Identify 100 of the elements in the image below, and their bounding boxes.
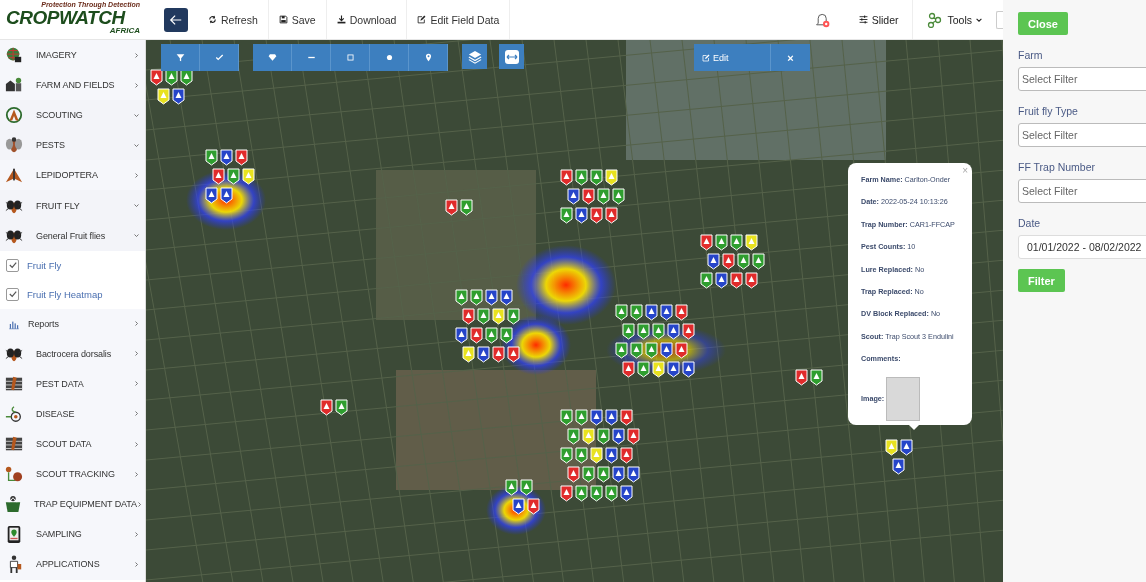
trap-marker-icon[interactable] [627,466,640,483]
trap-marker-icon[interactable] [462,346,475,363]
trap-marker-icon[interactable] [485,327,498,344]
sidebar-menu-item[interactable]: SCOUT DATA [0,429,145,460]
sidebar-menu-item[interactable]: DISEASE [0,398,145,430]
trap-marker-icon[interactable] [700,234,713,251]
trap-marker-icon[interactable] [597,188,610,205]
trap-marker-icon[interactable] [752,253,765,270]
trap-marker-icon[interactable] [605,485,618,502]
trap-marker-icon[interactable] [582,466,595,483]
trap-marker-icon[interactable] [627,428,640,445]
trap-marker-icon[interactable] [730,272,743,289]
trap-marker-icon[interactable] [455,289,468,306]
trap-marker-icon[interactable] [737,253,750,270]
trap-marker-icon[interactable] [575,447,588,464]
trap-marker-icon[interactable] [622,361,635,378]
sidebar-menu-item[interactable]: General Fruit flies [0,220,145,251]
sidebar-menu-item[interactable]: SAMPLING [0,519,145,550]
sidebar-menu-item[interactable]: LEPIDOPTERA [0,160,145,191]
checkbox[interactable] [6,258,19,272]
trap-marker-icon[interactable] [597,466,610,483]
trap-marker-icon[interactable] [567,466,580,483]
trap-marker-icon[interactable] [575,169,588,186]
sidebar-menu-item[interactable]: FRUIT FLY [0,190,145,221]
trap-marker-icon[interactable] [715,234,728,251]
trap-marker-icon[interactable] [620,485,633,502]
trap-marker-icon[interactable] [445,199,458,216]
toolbar-button[interactable]: Refresh [198,0,269,39]
trap-marker-icon[interactable] [660,304,673,321]
trap-marker-icon[interactable] [477,308,490,325]
tools-menu-button[interactable]: Tools [912,0,996,39]
trap-marker-icon[interactable] [460,199,473,216]
trap-marker-icon[interactable] [590,485,603,502]
trap-marker-icon[interactable] [605,409,618,426]
trap-marker-icon[interactable] [605,169,618,186]
trap-marker-icon[interactable] [605,207,618,224]
trap-marker-icon[interactable] [527,498,540,515]
trap-marker-icon[interactable] [637,323,650,340]
trap-marker-icon[interactable] [667,361,680,378]
trap-marker-icon[interactable] [220,187,233,204]
trap-marker-icon[interactable] [612,428,625,445]
trap-marker-icon[interactable] [492,346,505,363]
trap-marker-icon[interactable] [512,498,525,515]
trap-marker-icon[interactable] [885,439,898,456]
trap-marker-icon[interactable] [320,399,333,416]
trap-marker-icon[interactable] [682,361,695,378]
slider-button[interactable]: Slider [844,0,913,39]
trap-marker-icon[interactable] [667,323,680,340]
trap-marker-icon[interactable] [575,409,588,426]
trap-marker-icon[interactable] [590,447,603,464]
trap-marker-icon[interactable] [707,253,720,270]
trap-marker-icon[interactable] [810,369,823,386]
trap-marker-icon[interactable] [335,399,348,416]
sidebar-menu-item[interactable]: SCOUTING [0,100,145,131]
trap-marker-icon[interactable] [900,439,913,456]
trap-marker-icon[interactable] [675,342,688,359]
sidebar-menu-item[interactable]: PEST DATA [0,368,145,399]
trap-marker-icon[interactable] [205,149,218,166]
trap-marker-icon[interactable] [470,289,483,306]
trap-marker-icon[interactable] [652,323,665,340]
trap-marker-icon[interactable] [630,304,643,321]
trap-marker-icon[interactable] [567,428,580,445]
trap-marker-icon[interactable] [560,447,573,464]
trap-marker-icon[interactable] [660,342,673,359]
trap-marker-icon[interactable] [205,187,218,204]
sidebar-menu-item[interactable]: Bactrocera dorsalis [0,338,145,369]
sidebar-menu-item[interactable]: IMAGERY [0,40,145,71]
trap-marker-icon[interactable] [715,272,728,289]
trap-marker-icon[interactable] [597,428,610,445]
trap-marker-icon[interactable] [675,304,688,321]
trap-marker-icon[interactable] [745,272,758,289]
date-range-field[interactable]: 01/01/2022 - 08/02/2022 [1018,235,1146,259]
trap-marker-icon[interactable] [575,207,588,224]
trap-marker-icon[interactable] [507,346,520,363]
trap-marker-icon[interactable] [150,69,163,86]
fit-bounds-button[interactable] [499,44,524,69]
trap-marker-icon[interactable] [235,149,248,166]
trap-marker-icon[interactable] [560,485,573,502]
toolbar-button[interactable]: Save [268,0,327,39]
trap-marker-icon[interactable] [622,323,635,340]
back-button[interactable] [164,7,188,32]
trap-marker-icon[interactable] [507,308,520,325]
trap-marker-icon[interactable] [620,447,633,464]
trap-marker-icon[interactable] [612,188,625,205]
sidebar-menu-item[interactable]: Reports [0,308,145,339]
trap-marker-icon[interactable] [227,168,240,185]
trap-marker-icon[interactable] [892,458,905,475]
trap-marker-icon[interactable] [492,308,505,325]
trap-marker-icon[interactable] [567,188,580,205]
trap-marker-icon[interactable] [630,342,643,359]
select-filter-field[interactable]: Select Filter [1018,67,1146,91]
trap-marker-icon[interactable] [560,409,573,426]
trap-marker-icon[interactable] [700,272,713,289]
trap-marker-icon[interactable] [157,88,170,105]
trap-marker-icon[interactable] [590,207,603,224]
trap-marker-icon[interactable] [220,149,233,166]
trap-marker-icon[interactable] [477,346,490,363]
trap-marker-icon[interactable] [242,168,255,185]
trap-marker-icon[interactable] [620,409,633,426]
trap-marker-icon[interactable] [652,361,665,378]
